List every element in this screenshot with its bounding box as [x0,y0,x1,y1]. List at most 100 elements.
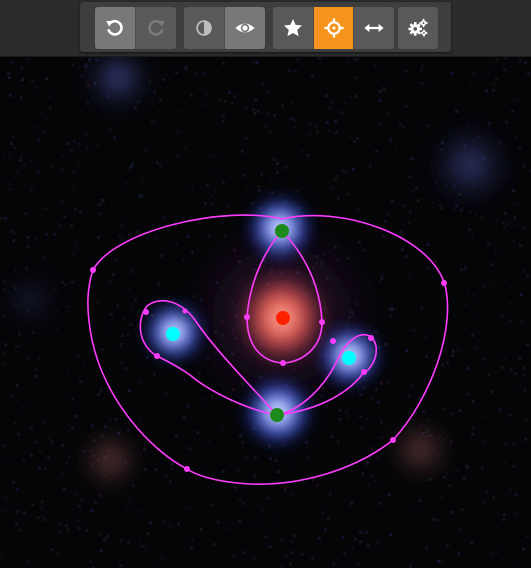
noise-pixel [376,456,379,459]
undo-button[interactable] [95,7,135,49]
noise-pixel [27,236,30,239]
saddle-image-marker[interactable] [275,224,289,238]
noise-pixel [191,539,194,542]
noise-pixel [434,260,437,263]
contrast-icon [196,20,212,36]
noise-pixel [185,68,188,71]
noise-pixel [213,543,216,546]
measure-tool-button[interactable] [353,7,394,49]
noise-pixel [366,461,369,464]
noise-pixel [311,557,314,560]
noise-pixel [82,362,85,365]
star-tool-button[interactable] [273,7,313,49]
noise-pixel [426,267,429,270]
noise-pixel [513,275,516,278]
crosshair-tool-button[interactable] [312,7,354,49]
noise-pixel [22,459,25,462]
noise-pixel [410,384,413,387]
extremum-image-marker[interactable] [166,327,180,341]
noise-pixel [440,496,443,499]
noise-pixel [349,96,352,99]
noise-pixel [514,372,517,375]
noise-pixel [503,513,506,516]
noise-pixel [361,472,364,475]
noise-pixel [387,112,390,115]
toggle-visibility-button[interactable] [224,7,265,49]
noise-pixel [504,443,507,446]
noise-pixel [77,354,80,357]
sky-image-viewer[interactable] [0,57,531,568]
noise-pixel [113,136,116,139]
top-bar [0,0,531,57]
noise-pixel [337,197,340,200]
noise-pixel [231,102,234,105]
noise-pixel [3,510,6,513]
noise-pixel [504,212,507,215]
noise-pixel [162,78,165,81]
noise-pixel [104,425,107,428]
noise-pixel [76,519,79,522]
noise-pixel [353,140,356,143]
noise-pixel [467,367,470,370]
noise-pixel [519,147,522,150]
noise-pixel [106,535,109,538]
noise-pixel [0,217,3,220]
saddle-image-marker[interactable] [270,408,284,422]
noise-pixel [518,559,521,562]
noise-pixel [284,166,287,169]
noise-pixel [61,473,64,476]
noise-pixel [327,517,330,520]
noise-pixel [210,503,213,506]
noise-pixel [316,418,319,421]
noise-pixel [232,555,235,558]
noise-pixel [34,441,37,444]
sky-image-canvas[interactable] [0,57,531,568]
noise-pixel [501,315,504,318]
noise-pixel [31,503,34,506]
noise-pixel [76,164,79,167]
noise-pixel [12,135,15,138]
noise-pixel [466,466,469,469]
noise-pixel [424,335,427,338]
noise-pixel [417,199,420,202]
noise-pixel [222,181,225,184]
noise-pixel [523,389,526,392]
noise-pixel [324,528,327,531]
noise-pixel [418,499,421,502]
noise-pixel [264,535,267,538]
noise-pixel [455,204,458,207]
noise-pixel [337,440,340,443]
noise-pixel [40,507,43,510]
lens-center-marker[interactable] [276,311,290,325]
noise-pixel [342,169,345,172]
noise-pixel [13,146,16,149]
noise-pixel [492,283,495,286]
noise-pixel [334,178,337,181]
contrast-button[interactable] [184,7,224,49]
noise-pixel [450,412,453,415]
redo-button[interactable] [135,7,176,49]
settings-button[interactable] [398,7,438,49]
noise-pixel [138,380,141,383]
noise-pixel [2,352,5,355]
noise-pixel [446,544,449,547]
noise-pixel [45,77,48,80]
noise-pixel [134,299,137,302]
noise-pixel [269,545,272,548]
noise-pixel [401,233,404,236]
noise-pixel [184,147,187,150]
noise-pixel [316,484,319,487]
extremum-image-marker[interactable] [342,351,356,365]
noise-pixel [39,450,42,453]
noise-pixel [409,210,412,213]
noise-pixel [470,541,473,544]
noise-pixel [291,102,294,105]
noise-pixel [415,505,418,508]
noise-pixel [211,202,214,205]
noise-pixel [295,190,298,193]
noise-pixel [491,263,494,266]
noise-pixel [353,58,356,61]
noise-pixel [3,288,6,291]
noise-pixel [273,114,276,117]
noise-pixel [161,556,164,559]
